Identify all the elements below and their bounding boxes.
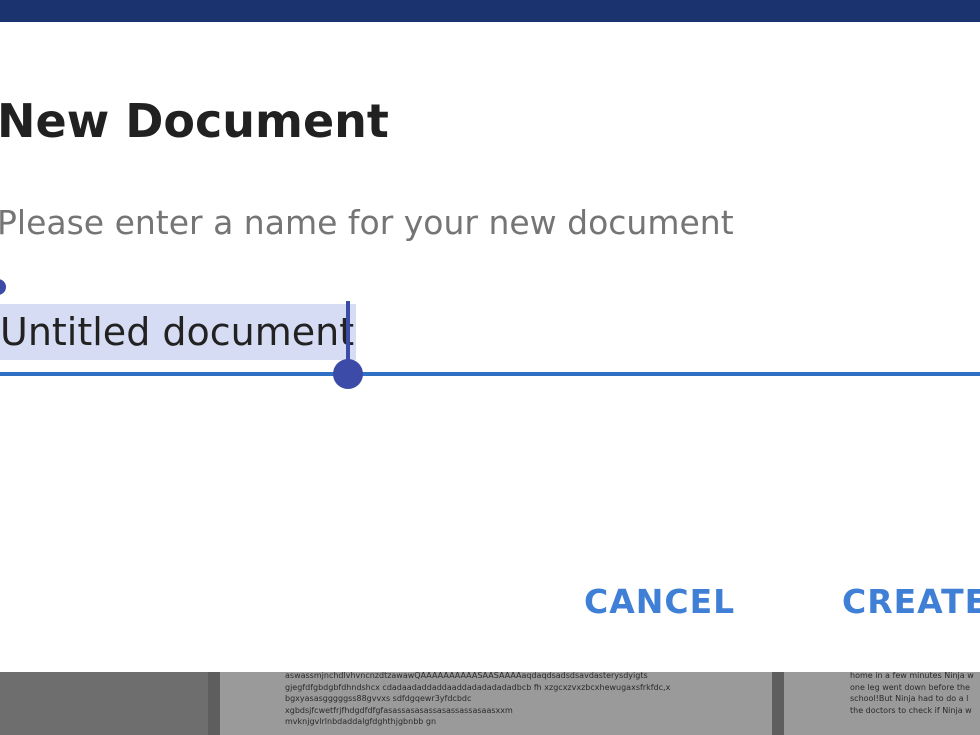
document-name-input[interactable]: Untitled document	[0, 304, 357, 360]
cancel-button[interactable]: CANCEL	[584, 582, 735, 621]
create-button[interactable]: CREATE	[842, 582, 980, 621]
page-text-line: xgbdsjfcwetfrjfhdgdfdfgfasassasasassasas…	[285, 705, 513, 715]
page-text-line: gjegfdfgbdgbfdhndshcx cdadaadaddaddaadda…	[285, 682, 671, 692]
document-name-field[interactable]: Untitled document	[0, 279, 980, 389]
page-text-line: one leg went down before the	[850, 682, 970, 692]
selection-start-handle[interactable]	[0, 279, 6, 295]
field-underline	[0, 372, 980, 376]
selection-end-handle[interactable]	[333, 359, 363, 389]
dialog-message: Please enter a name for your new documen…	[0, 203, 734, 242]
app-toolbar	[0, 0, 980, 22]
page-text-line: bgxyasasgggggss88gvvxs sdfdgqewr3yfdcbdc	[285, 694, 472, 703]
page-text: aswassmjnchdlvhvncnzdtzawawQAAAAAAAAAASA…	[285, 670, 670, 728]
page-text: home in a few minutes Ninja w one leg we…	[850, 670, 974, 716]
new-document-dialog: New Document Please enter a name for you…	[0, 22, 980, 672]
page-text-line: school!But Ninja had to do a l	[850, 694, 969, 703]
page-text-line: mvknjgvlrlnbdaddalgfdghthjgbnbb gn	[285, 717, 437, 726]
dialog-title: New Document	[0, 94, 389, 148]
page-text-line: the doctors to check if Ninja w	[850, 705, 972, 715]
